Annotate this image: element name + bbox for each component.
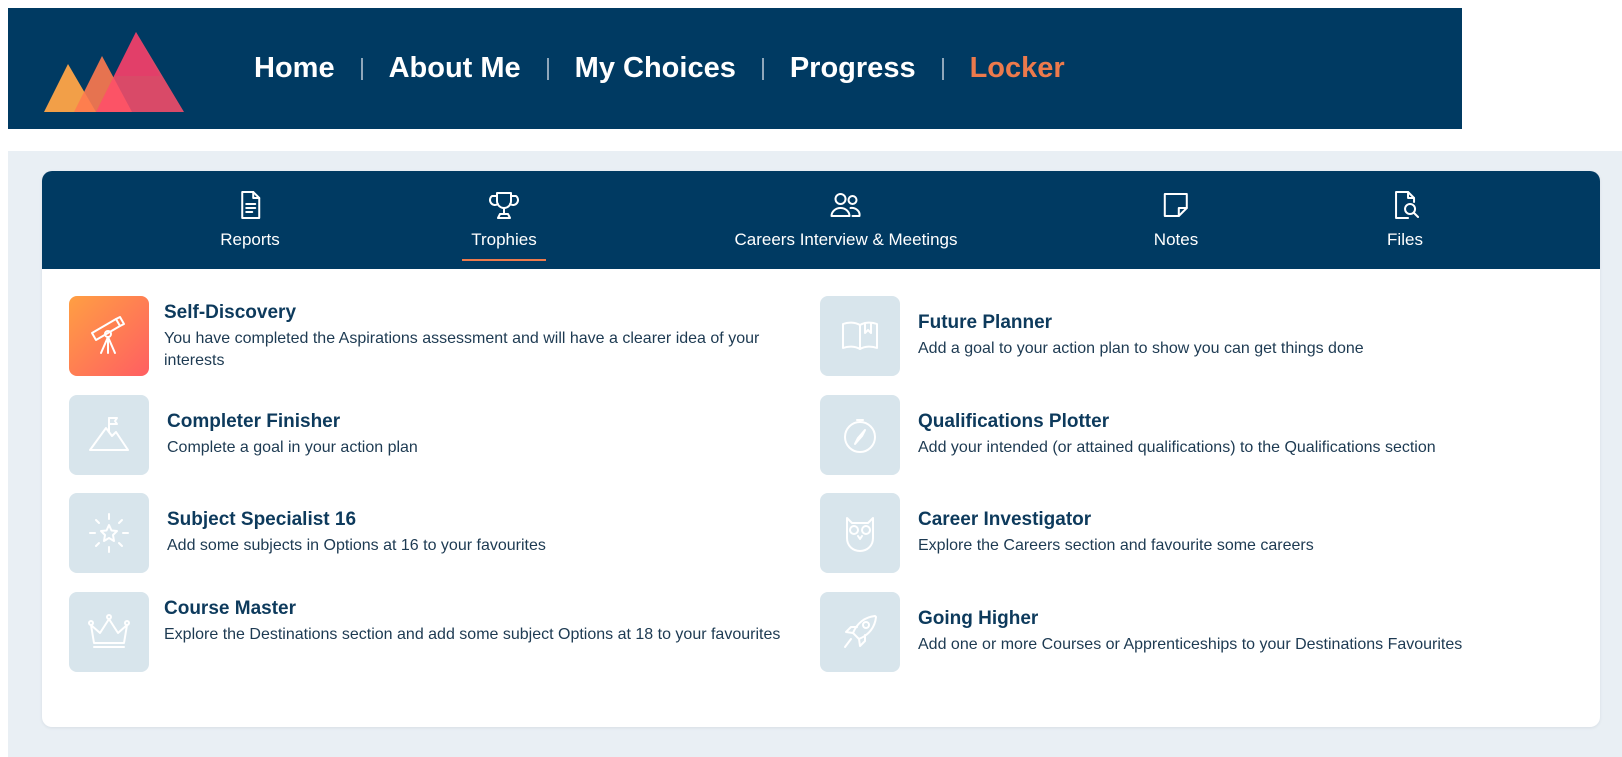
trophy-course-master[interactable]: Course Master Explore the Destinations s…	[69, 592, 809, 674]
trophy-title: Self-Discovery	[164, 302, 297, 323]
trophy-description: Add some subjects in Options at 16 to yo…	[167, 537, 546, 554]
locker-tab-bar: Reports Trophies Careers Interview & Mee…	[42, 171, 1600, 269]
nav-divider	[761, 57, 764, 80]
tab-trophies[interactable]: Trophies	[462, 171, 546, 269]
tab-label: Notes	[1153, 230, 1199, 249]
tab-label: Careers Interview & Meetings	[734, 230, 958, 249]
rocket-icon	[844, 615, 877, 648]
document-icon	[241, 191, 260, 219]
trophy-description: Add a goal to your action plan to show y…	[918, 340, 1364, 357]
tab-notes[interactable]: Notes	[1154, 171, 1198, 269]
trophy-future-planner[interactable]: Future Planner Add a goal to your action…	[820, 296, 1580, 378]
trophy-tile-locked	[820, 296, 900, 376]
trophy-title: Future Planner	[918, 312, 1053, 333]
top-nav-bar: Home About Me My Choices Progress Locker	[8, 8, 1462, 129]
trophy-tile-locked	[69, 493, 149, 573]
trophy-tile-locked	[69, 592, 149, 672]
trophy-tile-earned	[69, 296, 149, 376]
tab-reports[interactable]: Reports	[220, 171, 280, 269]
tab-label: Reports	[220, 230, 280, 249]
trophy-tile-locked	[820, 493, 900, 573]
tab-careers-interview-meetings[interactable]: Careers Interview & Meetings	[734, 171, 958, 269]
nav-about-me[interactable]: About Me	[389, 52, 521, 85]
compass-icon	[844, 419, 876, 453]
trophy-title: Career Investigator	[918, 509, 1092, 530]
trophy-completer-finisher[interactable]: Completer Finisher Complete a goal in yo…	[69, 395, 809, 477]
brand-logo[interactable]	[44, 26, 192, 114]
trophy-tile-locked	[820, 592, 900, 672]
trophy-tile-locked	[69, 395, 149, 475]
tab-files[interactable]: Files	[1387, 171, 1423, 269]
trophy-description: Add your intended (or attained qualifica…	[918, 439, 1436, 456]
nav-home[interactable]: Home	[254, 52, 335, 85]
nav-divider	[546, 57, 549, 80]
star-burst-icon	[89, 513, 129, 553]
trophy-title: Course Master	[164, 598, 296, 619]
trophy-description: Explore the Destinations section and add…	[164, 626, 781, 643]
tab-label: Files	[1387, 230, 1423, 249]
file-search-icon	[1395, 191, 1419, 219]
trophy-self-discovery[interactable]: Self-Discovery You have completed the As…	[69, 296, 809, 378]
trophy-career-investigator[interactable]: Career Investigator Explore the Careers …	[820, 493, 1580, 575]
trophy-icon	[489, 192, 519, 219]
trophy-qualifications-plotter[interactable]: Qualifications Plotter Add your intended…	[820, 395, 1580, 477]
nav-progress[interactable]: Progress	[790, 52, 916, 85]
trophy-description: Add one or more Courses or Apprenticeshi…	[918, 636, 1463, 653]
trophy-tile-locked	[820, 395, 900, 475]
trophy-subject-specialist-16[interactable]: Subject Specialist 16 Add some subjects …	[69, 493, 809, 575]
book-icon	[842, 321, 878, 350]
nav-divider	[360, 57, 363, 80]
trophy-going-higher[interactable]: Going Higher Add one or more Courses or …	[820, 592, 1580, 674]
nav-my-choices[interactable]: My Choices	[575, 52, 736, 85]
trophy-title: Qualifications Plotter	[918, 411, 1110, 432]
telescope-icon	[91, 316, 125, 354]
trophy-title: Completer Finisher	[167, 411, 341, 432]
trophy-title: Going Higher	[918, 608, 1039, 629]
trophy-title: Subject Specialist 16	[167, 509, 357, 530]
note-icon	[1163, 193, 1188, 217]
active-tab-indicator	[462, 259, 546, 261]
trophy-description: You have completed the Aspirations asses…	[164, 330, 760, 369]
users-icon	[830, 193, 862, 217]
tab-label: Trophies	[471, 230, 537, 249]
nav-divider	[941, 57, 944, 80]
trophy-description: Explore the Careers section and favourit…	[918, 537, 1314, 554]
main-nav: Home About Me My Choices Progress Locker	[254, 8, 1065, 129]
crown-icon	[88, 614, 130, 648]
trophy-description: Complete a goal in your action plan	[167, 439, 418, 456]
locker-card: Reports Trophies Careers Interview & Mee…	[42, 171, 1600, 727]
nav-locker[interactable]: Locker	[970, 52, 1065, 85]
owl-icon	[846, 517, 874, 552]
mountain-flag-icon	[89, 417, 129, 451]
